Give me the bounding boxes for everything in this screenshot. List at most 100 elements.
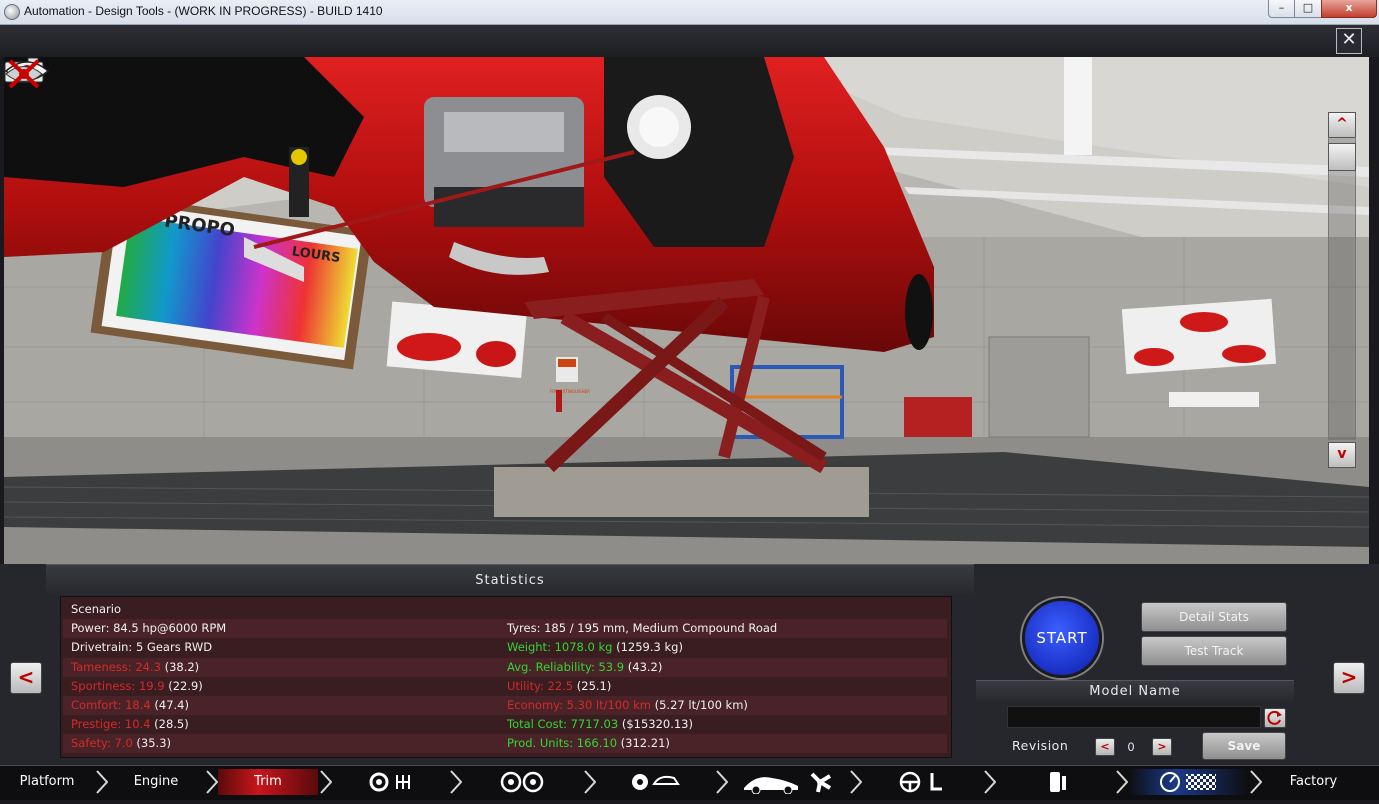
stat-left-4: Sportiness: 19.9 (22.9) — [71, 679, 203, 693]
workflow-bar: Platform Engine Trim Factory — [0, 765, 1379, 800]
stat-target: (47.4) — [150, 698, 189, 712]
save-button[interactable]: Save — [1202, 732, 1286, 760]
statistics-header: Statistics — [46, 564, 974, 595]
stat-row — [63, 600, 947, 619]
scroll-up-button[interactable]: ^ — [1328, 112, 1356, 138]
step-test[interactable] — [1128, 769, 1248, 795]
stat-right-1: Tyres: 185 / 195 mm, Medium Compound Roa… — [507, 621, 777, 635]
brakes-body-icon — [632, 774, 680, 790]
stat-row — [63, 715, 947, 734]
revision-prev-button[interactable]: < — [1095, 738, 1115, 756]
gearbox-icon — [369, 772, 410, 792]
stat-right-3: Avg. Reliability: 53.9 (43.2) — [507, 660, 662, 674]
maximize-button[interactable]: □ — [1294, 0, 1322, 18]
stat-value: Power: 84.5 hp@6000 RPM — [71, 621, 227, 636]
stat-target: (28.5) — [150, 717, 189, 732]
interior-icon — [899, 771, 942, 793]
stat-target: (38.2) — [160, 659, 200, 674]
step-trim[interactable]: Trim — [218, 769, 318, 795]
step-label: Engine — [133, 774, 179, 789]
aero-cooling-icon — [744, 772, 832, 795]
revision-value: 0 — [1127, 740, 1135, 754]
scroll-down-button[interactable]: v — [1328, 442, 1356, 468]
step-label: Trim — [254, 774, 282, 789]
stat-target: (1259.3 kg) — [612, 640, 683, 655]
stat-value: Avg. Reliability: 53.9 — [507, 659, 625, 674]
step-gearbox[interactable] — [332, 769, 448, 795]
stat-target: ($15320.13) — [618, 717, 693, 732]
stat-left-1: Power: 84.5 hp@6000 RPM — [71, 621, 226, 635]
revision-label: Revision — [1012, 738, 1069, 753]
prev-step-button[interactable]: < — [10, 662, 42, 694]
step-interior[interactable] — [862, 769, 982, 795]
app-header — [0, 25, 1379, 57]
stat-target: (22.9) — [164, 678, 203, 693]
stat-target: (5.27 lt/100 km) — [650, 698, 748, 712]
app-close-button[interactable]: ✕ — [1336, 28, 1362, 54]
model-name-label: Model Name — [976, 680, 1294, 703]
stat-value: Economy: 5.30 lt/100 km — [507, 698, 651, 712]
zoom-scrollbar[interactable] — [1328, 137, 1356, 440]
stat-row — [63, 696, 947, 715]
step-label: Factory — [1289, 774, 1338, 789]
stat-target: (25.1) — [573, 678, 612, 693]
step-wheels[interactable] — [462, 769, 582, 795]
detail-stats-button[interactable]: Detail Stats — [1141, 602, 1287, 632]
step-engine[interactable]: Engine — [108, 769, 204, 795]
next-step-button[interactable]: > — [1333, 662, 1365, 694]
step-brakes-body[interactable] — [596, 769, 714, 795]
window-close-button[interactable]: x — [1321, 0, 1377, 18]
test-track-button[interactable]: Test Track — [1141, 636, 1287, 666]
stat-left-7: Safety: 7.0 (35.3) — [71, 736, 171, 750]
stat-value: Tameness: 24.3 — [71, 659, 161, 674]
bottom-panel: Statistics Scenario Power: 84.5 hp@6000 R… — [0, 564, 1379, 799]
minimize-button[interactable]: – — [1268, 0, 1295, 18]
stat-value: Utility: 22.5 — [507, 678, 574, 693]
stat-left-5: Comfort: 18.4 (47.4) — [71, 698, 189, 712]
window-title: Automation - Design Tools - (WORK IN PRO… — [24, 4, 383, 18]
stat-left-6: Prestige: 10.4 (28.5) — [71, 717, 189, 731]
step-fuel-system[interactable] — [996, 769, 1114, 795]
stat-target: (43.2) — [624, 659, 663, 674]
stat-right-2: Weight: 1078.0 kg (1259.3 kg) — [507, 640, 683, 654]
revision-next-button[interactable]: > — [1152, 738, 1172, 756]
stat-value: Total Cost: 7717.03 — [507, 717, 619, 732]
stat-value: Sportiness: 19.9 — [71, 678, 165, 693]
stat-value: Weight: 1078.0 kg — [507, 640, 613, 655]
step-factory[interactable]: Factory — [1262, 769, 1365, 795]
test-icon — [1160, 772, 1216, 792]
scroll-thumb[interactable] — [1328, 143, 1356, 171]
stat-value: Comfort: 18.4 — [71, 698, 151, 712]
stat-right-6: Total Cost: 7717.03 ($15320.13) — [507, 717, 693, 731]
window-titlebar: Automation - Design Tools - (WORK IN PRO… — [0, 0, 1379, 25]
close-icon: x — [1345, 1, 1353, 14]
statistics-table: Scenario Power: 84.5 hp@6000 RPM Drivetrai… — [60, 596, 952, 758]
fuel-system-icon — [1050, 772, 1066, 792]
stat-value: Tyres: 185 / 195 mm, Medium Compound Roa… — [507, 621, 778, 636]
garage-scene: PROPO LOURS FIRE EXTINGUISHER — [4, 57, 1369, 564]
stat-value: Prestige: 10.4 — [71, 717, 151, 732]
minimize-icon: – — [1278, 1, 1285, 14]
hide-ui-icon[interactable] — [4, 57, 44, 91]
stat-value: Prod. Units: 166.10 — [507, 736, 618, 751]
step-aero-cooling[interactable] — [728, 769, 848, 795]
3d-viewport[interactable]: PROPO LOURS FIRE EXTINGUISHER ^ v — [4, 57, 1369, 564]
stat-target: (312.21) — [617, 736, 670, 751]
model-name-input[interactable] — [1007, 706, 1261, 728]
stat-row — [63, 734, 947, 754]
step-label: Platform — [19, 774, 75, 789]
stat-right-5: Economy: 5.30 lt/100 km (5.27 lt/100 km) — [507, 698, 748, 712]
start-button[interactable]: START — [1022, 598, 1102, 678]
wheels-icon — [500, 771, 544, 793]
stat-left-2: Drivetrain: 5 Gears RWD — [71, 640, 212, 654]
stat-value: Scenario — [71, 602, 121, 616]
stat-value: Drivetrain: 5 Gears RWD — [71, 640, 213, 655]
refresh-name-icon[interactable] — [1264, 708, 1286, 728]
step-platform[interactable]: Platform — [0, 769, 94, 795]
stat-right-7: Prod. Units: 166.10 (312.21) — [507, 736, 670, 750]
stat-left-0: Scenario — [71, 602, 121, 616]
maximize-icon: □ — [1302, 1, 1314, 14]
stat-left-3: Tameness: 24.3 (38.2) — [71, 660, 199, 674]
stat-value: Safety: 7.0 — [71, 736, 133, 751]
app-icon — [4, 4, 20, 20]
